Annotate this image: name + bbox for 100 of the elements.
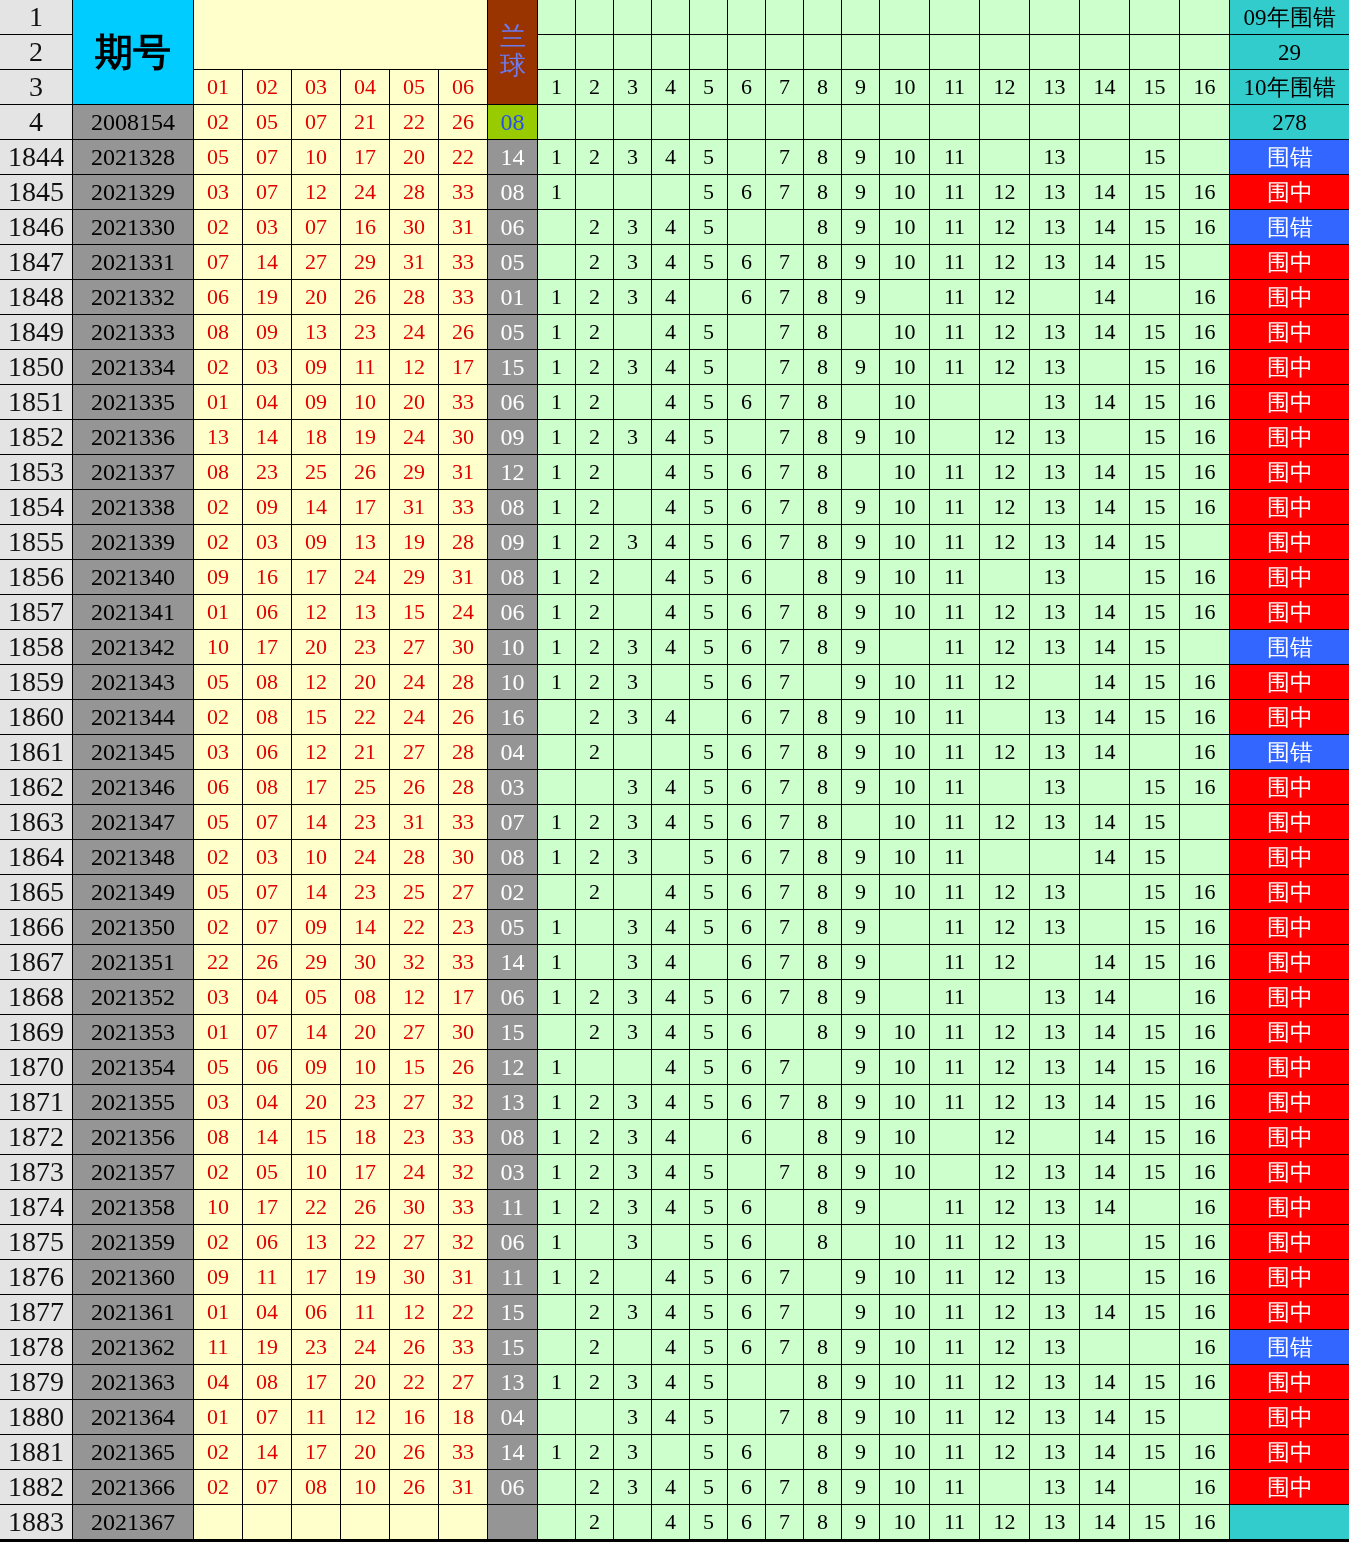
table-cell: 8	[804, 735, 841, 769]
table-cell: 6	[728, 455, 765, 489]
table-cell: 2	[576, 350, 613, 384]
table-cell: 5	[690, 315, 727, 349]
table-cell	[538, 105, 575, 139]
table-cell: 15	[1130, 665, 1179, 699]
table-cell	[1180, 805, 1229, 839]
table-cell: 27	[390, 1085, 438, 1119]
table-cell: 5	[690, 560, 727, 594]
table-cell	[538, 1505, 575, 1539]
table-cell: 33	[439, 245, 487, 279]
table-cell: 15	[390, 1050, 438, 1084]
table-cell: 7	[766, 245, 803, 279]
table-cell: 33	[439, 1120, 487, 1154]
row-header: 1	[0, 0, 72, 34]
table-cell: 15	[1130, 1085, 1179, 1119]
table-cell: 25	[292, 455, 340, 489]
issue-cell: 2021329	[73, 175, 193, 209]
result-cell: 围中	[1230, 1120, 1349, 1154]
header-cell	[880, 35, 929, 69]
table-cell: 08	[488, 490, 537, 524]
table-cell: 07	[243, 1015, 291, 1049]
row-header: 3	[0, 70, 72, 104]
table-cell: 23	[439, 910, 487, 944]
table-cell: 6	[728, 945, 765, 979]
row-header: 1857	[0, 595, 72, 629]
table-cell: 29	[390, 560, 438, 594]
table-cell: 16	[243, 560, 291, 594]
table-cell: 4	[652, 140, 689, 174]
table-cell: 6	[728, 525, 765, 559]
table-cell: 32	[439, 1155, 487, 1189]
table-cell: 02	[194, 1435, 242, 1469]
table-cell: 06	[292, 1295, 340, 1329]
table-cell: 5	[690, 1085, 727, 1119]
table-cell: 9	[842, 595, 879, 629]
table-cell	[1080, 140, 1129, 174]
issue-cell: 2021366	[73, 1470, 193, 1504]
table-cell: 9	[842, 630, 879, 664]
table-cell: 16	[1180, 385, 1229, 419]
table-cell: 24	[390, 1155, 438, 1189]
table-cell: 6	[728, 1120, 765, 1154]
table-cell: 23	[341, 315, 389, 349]
table-cell: 30	[341, 945, 389, 979]
table-cell: 5	[690, 455, 727, 489]
table-cell: 17	[439, 350, 487, 384]
table-cell: 12	[980, 630, 1029, 664]
table-cell: 12	[980, 1015, 1029, 1049]
row-header: 1876	[0, 1260, 72, 1294]
table-cell: 14	[1080, 1435, 1129, 1469]
column-header: 01	[194, 70, 242, 104]
table-cell: 06	[243, 595, 291, 629]
table-cell: 8	[804, 210, 841, 244]
table-cell: 1	[538, 910, 575, 944]
table-cell: 31	[390, 490, 438, 524]
table-cell	[1130, 1190, 1179, 1224]
table-cell: 3	[614, 1120, 651, 1154]
table-cell: 14	[1080, 315, 1129, 349]
table-cell: 8	[804, 455, 841, 489]
table-cell: 18	[439, 1400, 487, 1434]
table-cell: 26	[390, 1470, 438, 1504]
table-cell: 5	[690, 525, 727, 559]
table-cell: 15	[1130, 1155, 1179, 1189]
issue-cell: 2021330	[73, 210, 193, 244]
table-cell: 12	[980, 1190, 1029, 1224]
table-cell: 27	[390, 735, 438, 769]
table-cell: 16	[1180, 210, 1229, 244]
table-cell: 7	[766, 1295, 803, 1329]
table-cell: 11	[930, 280, 979, 314]
result-cell: 围中	[1230, 245, 1349, 279]
table-cell: 4	[652, 245, 689, 279]
table-cell: 6	[728, 700, 765, 734]
table-cell: 15	[488, 1015, 537, 1049]
table-cell: 16	[1180, 280, 1229, 314]
table-cell: 09	[488, 420, 537, 454]
table-cell: 13	[1030, 490, 1079, 524]
table-cell: 11	[930, 210, 979, 244]
table-cell: 4	[652, 1155, 689, 1189]
table-cell: 14	[1080, 1190, 1129, 1224]
table-cell: 9	[842, 1330, 879, 1364]
table-cell: 3	[614, 210, 651, 244]
table-cell: 16	[1180, 1435, 1229, 1469]
table-cell: 15	[1130, 630, 1179, 664]
table-cell	[842, 455, 879, 489]
table-cell: 4	[652, 1050, 689, 1084]
table-cell: 25	[390, 875, 438, 909]
table-cell: 08	[194, 455, 242, 489]
table-cell: 14	[1080, 1365, 1129, 1399]
table-cell: 08	[243, 770, 291, 804]
table-cell: 13	[1030, 1435, 1079, 1469]
issue-cell: 2021359	[73, 1225, 193, 1259]
table-cell: 15	[292, 700, 340, 734]
table-cell: 17	[292, 1435, 340, 1469]
table-cell	[652, 840, 689, 874]
table-cell: 15	[1130, 350, 1179, 384]
table-cell: 1	[538, 595, 575, 629]
issue-cell: 2021345	[73, 735, 193, 769]
table-cell: 08	[488, 175, 537, 209]
column-header: 10	[880, 70, 929, 104]
table-cell: 20	[390, 385, 438, 419]
table-cell: 16	[1180, 455, 1229, 489]
